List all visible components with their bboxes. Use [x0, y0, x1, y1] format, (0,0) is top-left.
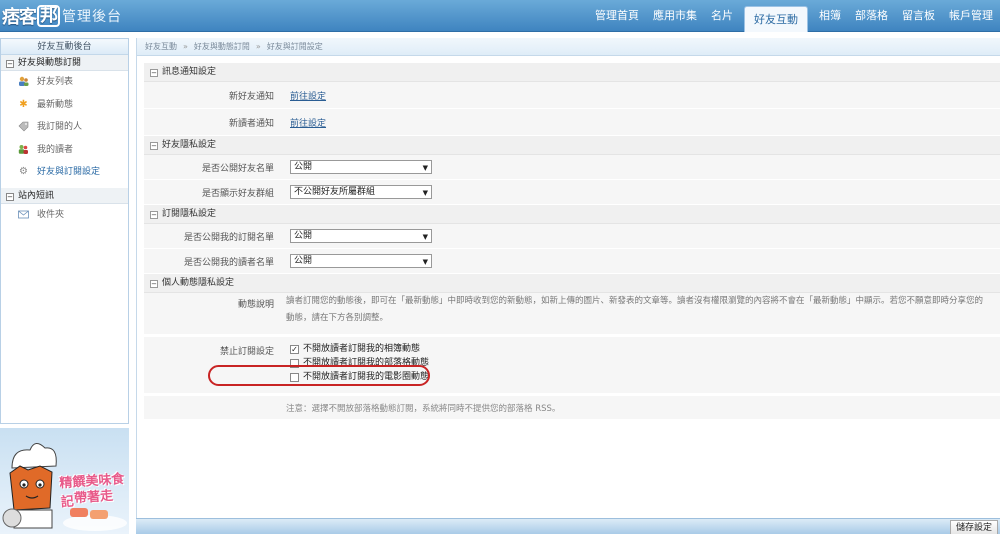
- main-nav: 管理首頁 應用市集 名片 好友互動 相簿 部落格 留言板 帳戶管理: [588, 0, 1000, 32]
- logo-text: 痞客: [2, 7, 37, 28]
- highlight-annotation: [208, 365, 430, 386]
- reader-list-visibility-select[interactable]: 公開 ▼: [290, 254, 432, 268]
- option-block-album[interactable]: ✓ 不開放讀者訂閱我的相簿動態: [290, 342, 1000, 356]
- sidebar-item-label: 我的讀者: [37, 144, 74, 155]
- section-title: 訊息通知設定: [162, 67, 217, 77]
- nav-blog[interactable]: 部落格: [848, 0, 895, 32]
- dropdown-arrow-icon: ▼: [422, 189, 428, 197]
- sidebar-item-label: 最新動態: [37, 99, 74, 110]
- bottom-bar: 儲存設定: [136, 518, 1000, 534]
- nav-guestbook[interactable]: 留言板: [895, 0, 942, 32]
- tag-icon: [18, 121, 29, 132]
- envelope-icon: [18, 209, 29, 220]
- setting-label: 是否顯示好友群組: [201, 188, 274, 199]
- setting-label: 新讀者通知: [228, 118, 274, 129]
- select-value: 公開: [294, 162, 313, 172]
- sidebar: 好友互動後台 − 好友與動態訂閱 好友列表 ✱ 最新動態 我訂閱的人 我的讀者 ⚙…: [0, 38, 129, 424]
- sidebar-section-label: 好友與動態訂閱: [18, 58, 82, 68]
- readers-icon: [18, 144, 29, 155]
- mascot-banner[interactable]: 精饌美味食記 帶著走: [0, 428, 129, 534]
- collapse-icon[interactable]: −: [150, 142, 158, 150]
- following-list-visibility-select[interactable]: 公開 ▼: [290, 229, 432, 243]
- friend-list-visibility-select[interactable]: 公開 ▼: [290, 160, 432, 174]
- section-sub-privacy-header[interactable]: − 訂閱隱私設定: [144, 205, 1000, 224]
- activity-description-line1: 讀者訂閱您的動態後，即可在「最新動態」中即時收到您的新動態，如新上傳的圖片、新發…: [286, 296, 984, 306]
- album-activity-checkbox[interactable]: ✓: [290, 344, 299, 354]
- breadcrumb-item-friends[interactable]: 好友互動: [145, 42, 177, 51]
- sidebar-title: 好友互動後台: [1, 39, 128, 55]
- sidebar-item-label: 好友與訂閱設定: [37, 167, 101, 177]
- main-panel: 好友互動» 好友與動態訂閱» 好友與訂閱設定 − 訊息通知設定 新好友通知 前往設定 …: [136, 38, 1000, 534]
- sidebar-item-inbox[interactable]: 收件夾: [1, 204, 128, 227]
- collapse-icon[interactable]: −: [150, 280, 158, 288]
- nav-album[interactable]: 相簿: [812, 0, 848, 32]
- activity-description-line2: 動態，請在下方各別調整。: [286, 313, 389, 323]
- setting-label: 是否公開我的讀者名單: [183, 257, 274, 268]
- new-reader-settings-link[interactable]: 前往設定: [290, 116, 326, 129]
- sidebar-item-readers[interactable]: 我的讀者: [1, 139, 128, 162]
- rss-note: 注意：選擇不開放部落格動態訂閱，系統將同時不提供您的部落格 RSS。: [286, 403, 561, 414]
- setting-label: 是否公開我的訂閱名單: [183, 232, 274, 243]
- setting-row-activity-desc: 動態說明 讀者訂閱您的動態後，即可在「最新動態」中即時收到您的新動態，如新上傳的…: [144, 293, 1000, 335]
- section-friend-privacy-header[interactable]: − 好友隱私設定: [144, 136, 1000, 155]
- banner-text-line2: 帶著走: [73, 488, 114, 507]
- collapse-icon[interactable]: −: [6, 192, 14, 201]
- top-header: 痞客 邦 管理後台 管理首頁 應用市集 名片 好友互動 相簿 部落格 留言板 帳…: [0, 0, 1000, 32]
- section-notify-header[interactable]: − 訊息通知設定: [144, 63, 1000, 82]
- sidebar-section-friends[interactable]: − 好友與動態訂閱: [1, 55, 128, 71]
- sidebar-item-friend-list[interactable]: 好友列表: [1, 71, 128, 94]
- collapse-icon[interactable]: −: [150, 69, 158, 77]
- breadcrumb: 好友互動 » 好友與動態訂閱 » 好友與訂閱設定: [137, 38, 1000, 56]
- nav-account[interactable]: 帳戶管理: [942, 0, 1000, 32]
- option-label: 不開放讀者訂閱我的相簿動態: [303, 344, 421, 354]
- sidebar-section-messages[interactable]: − 站內短訊: [1, 187, 128, 204]
- setting-label: 新好友通知: [228, 91, 274, 102]
- setting-row-reader-list: 是否公開我的讀者名單 公開 ▼: [144, 249, 1000, 274]
- collapse-icon[interactable]: −: [150, 211, 158, 219]
- save-settings-button[interactable]: 儲存設定: [949, 520, 998, 534]
- setting-row-new-friend: 新好友通知 前往設定: [144, 82, 1000, 109]
- section-activity-privacy-header[interactable]: − 個人動態隱私設定: [144, 274, 1000, 293]
- collapse-icon[interactable]: −: [6, 60, 14, 68]
- sidebar-section-label: 站內短訊: [18, 190, 55, 201]
- section-title: 訂閱隱私設定: [162, 209, 217, 219]
- admin-title: 管理後台: [62, 9, 122, 25]
- section-title: 個人動態隱私設定: [162, 278, 235, 288]
- nav-friends[interactable]: 好友互動: [744, 6, 808, 32]
- new-friend-settings-link[interactable]: 前往設定: [290, 89, 326, 102]
- sidebar-item-label: 好友列表: [37, 77, 74, 87]
- gear-icon: ⚙: [19, 166, 28, 177]
- sidebar-item-latest[interactable]: ✱ 最新動態: [1, 94, 128, 117]
- setting-row-following-list: 是否公開我的訂閱名單 公開 ▼: [144, 224, 1000, 249]
- sidebar-item-following[interactable]: 我訂閱的人: [1, 116, 128, 139]
- dropdown-arrow-icon: ▼: [422, 233, 428, 241]
- setting-label: 是否公開好友名單: [201, 163, 274, 174]
- nav-app-market[interactable]: 應用市集: [646, 0, 704, 32]
- select-value: 不公開好友所屬群組: [294, 187, 376, 197]
- nav-card[interactable]: 名片: [704, 0, 740, 32]
- setting-row-new-reader: 新讀者通知 前往設定: [144, 109, 1000, 136]
- section-title: 好友隱私設定: [162, 140, 217, 150]
- setting-label: 動態說明: [237, 300, 274, 310]
- sidebar-item-settings[interactable]: ⚙ 好友與訂閱設定: [1, 161, 128, 184]
- nav-home[interactable]: 管理首頁: [588, 0, 646, 32]
- select-value: 公開: [294, 256, 313, 266]
- star-burst-icon: ✱: [19, 98, 28, 110]
- pixnet-logo[interactable]: 痞客 邦: [2, 2, 60, 30]
- sidebar-item-label: 收件夾: [37, 209, 65, 220]
- setting-row-note: 注意：選擇不開放部落格動態訂閱，系統將同時不提供您的部落格 RSS。: [144, 396, 1000, 420]
- friend-groups-visibility-select[interactable]: 不公開好友所屬群組 ▼: [290, 185, 432, 199]
- sidebar-item-label: 我訂閱的人: [37, 122, 83, 132]
- breadcrumb-separator: »: [255, 42, 261, 51]
- setting-row-friend-list: 是否公開好友名單 公開 ▼: [144, 155, 1000, 180]
- select-value: 公開: [294, 231, 313, 241]
- setting-row-friend-groups: 是否顯示好友群組 不公開好友所屬群組 ▼: [144, 180, 1000, 205]
- breadcrumb-separator: »: [183, 42, 188, 51]
- dropdown-arrow-icon: ▼: [422, 258, 428, 266]
- friends-icon: [18, 76, 29, 87]
- dropdown-arrow-icon: ▼: [422, 164, 428, 172]
- breadcrumb-item-current: 好友與訂閱設定: [266, 42, 323, 51]
- breadcrumb-item-subscriptions[interactable]: 好友與動態訂閱: [194, 42, 250, 51]
- logo-box-text: 邦: [37, 5, 60, 27]
